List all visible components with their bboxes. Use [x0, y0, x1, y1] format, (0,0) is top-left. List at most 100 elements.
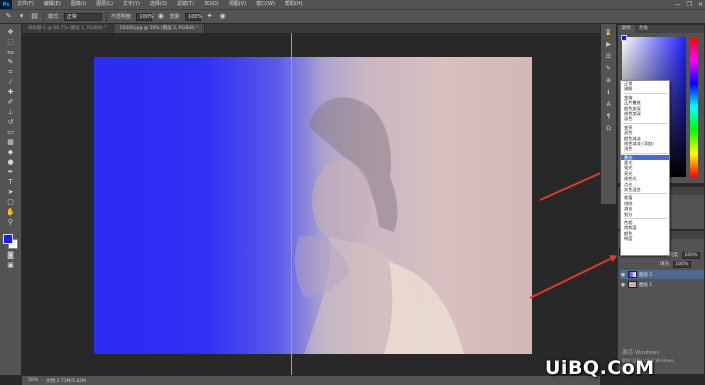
layer-fill-label: 填充: — [660, 262, 671, 267]
menu-select[interactable]: 选择(S) — [145, 0, 172, 9]
status-bar: 50% 文档:2.71M/5.42M — [22, 375, 600, 385]
menu-window[interactable]: 窗口(W) — [251, 0, 280, 9]
foreground-color-swatch[interactable] — [2, 234, 13, 244]
zoom-level[interactable]: 50% — [28, 378, 38, 383]
mode-label: 模式: — [48, 14, 60, 20]
brush-tool-icon[interactable]: ✐ — [3, 98, 19, 107]
tab-swatches[interactable]: 色板 — [635, 25, 652, 33]
blend-mode-option[interactable]: 浅色 — [621, 146, 669, 151]
blur-tool-icon[interactable]: ◆ — [3, 148, 19, 157]
visibility-eye-icon[interactable]: ◉ — [620, 282, 626, 288]
airbrush-icon[interactable]: ✦ — [205, 12, 214, 21]
restore-icon[interactable]: ❐ — [687, 1, 692, 8]
clone-source-icon[interactable]: ⊕ — [604, 76, 614, 85]
photoshop-window: Ps 文件(F) 编辑(E) 图像(I) 图层(L) 文字(Y) 选择(S) 滤… — [0, 0, 705, 385]
color-panel-tabs: 颜色 色板 — [618, 25, 704, 33]
glyphs-icon[interactable]: Ω — [604, 124, 614, 133]
type-tool-icon[interactable]: T — [3, 178, 19, 187]
menu-type[interactable]: 文字(Y) — [118, 0, 145, 9]
hue-slider[interactable] — [690, 37, 698, 177]
layer-thumbnail — [628, 281, 637, 288]
site-watermark: UiBQ.CoM — [545, 357, 655, 379]
flow-field[interactable]: 100% — [185, 12, 202, 21]
separator — [105, 11, 107, 22]
close-icon[interactable]: ✕ — [698, 1, 703, 8]
path-select-tool-icon[interactable]: ➤ — [3, 188, 19, 197]
brush-preset-icon[interactable]: ▾ — [17, 12, 26, 21]
brush-panel-icon[interactable]: ▤ — [30, 12, 39, 21]
dropdown-separator — [623, 122, 667, 124]
screen-mode-icon[interactable]: ▣ — [3, 261, 19, 270]
paragraph-icon[interactable]: ¶ — [604, 112, 614, 121]
options-bar: ✎ ▾ ▤ 模式: 正常 不透明度: 100% ◉ 流量: 100% ✦ ◉ — [0, 9, 705, 24]
dropdown-separator — [623, 152, 667, 154]
color-panel-foreground-swatch[interactable] — [621, 35, 627, 41]
blend-mode-option[interactable]: 溶解 — [621, 86, 669, 91]
menu-edit[interactable]: 编辑(E) — [39, 0, 66, 9]
pressure-opacity-icon[interactable]: ◉ — [156, 12, 165, 21]
character-icon[interactable]: A — [604, 100, 614, 109]
menu-3d[interactable]: 3D(D) — [199, 0, 224, 9]
layer-opacity-field[interactable]: 100% — [681, 251, 701, 259]
menu-file[interactable]: 文件(F) — [12, 0, 39, 9]
blend-mode-option[interactable]: 划分 — [621, 212, 669, 217]
tab-document-2[interactable]: 15040.jpg @ 50% (图层 2, RGB/8) * — [113, 24, 206, 33]
layer-row[interactable]: ◉ 图层 2 — [620, 270, 704, 279]
menu-layer[interactable]: 图层(L) — [91, 0, 118, 9]
stamp-tool-icon[interactable]: ⊥ — [3, 108, 19, 117]
quick-mask-icon[interactable]: ◙ — [3, 251, 19, 260]
move-tool-icon[interactable]: ✥ — [3, 28, 19, 37]
shape-tool-icon[interactable]: ▢ — [3, 198, 19, 207]
minimize-icon[interactable]: — — [675, 1, 681, 8]
visibility-eye-icon[interactable]: ◉ — [620, 272, 626, 278]
layer-name: 图层 2 — [639, 272, 653, 278]
dropdown-separator — [623, 92, 667, 94]
layer-fill-field[interactable]: 100% — [672, 260, 692, 268]
heal-tool-icon[interactable]: ✚ — [3, 88, 19, 97]
tab-document-1[interactable]: 未标题-1 @ 66.7% (图层 1, RGB/8) * — [22, 24, 114, 33]
portrait-photo — [94, 57, 464, 354]
document-size: 文档:2.71M/5.42M — [46, 378, 86, 384]
photoshop-logo: Ps — [0, 0, 12, 9]
pen-tool-icon[interactable]: ✒ — [3, 168, 19, 177]
layer-name: 图层 1 — [639, 282, 653, 288]
history-icon[interactable]: ⌛ — [604, 28, 614, 37]
collapsed-panels-strip: ⌛ ▶ ☰ ✎ ⊕ ℹ A ¶ Ω — [600, 24, 616, 204]
document-canvas[interactable] — [94, 57, 532, 354]
blend-mode-option[interactable]: 深色 — [621, 116, 669, 121]
menu-help[interactable]: 帮助(H) — [280, 0, 308, 9]
window-controls: — ❐ ✕ — [675, 0, 703, 9]
dodge-tool-icon[interactable]: ● — [3, 158, 19, 167]
crop-tool-icon[interactable]: ⌗ — [3, 68, 19, 77]
windows-activation-title: 激活 Windows — [622, 350, 660, 356]
blend-mode-option[interactable]: 明度 — [621, 236, 669, 241]
opacity-field[interactable]: 100% — [136, 12, 154, 21]
layer-row[interactable]: ◉ 图层 1 — [620, 280, 704, 289]
menu-filter[interactable]: 滤镜(T) — [172, 0, 199, 9]
properties-icon[interactable]: ☰ — [604, 52, 614, 61]
blend-mode-option[interactable]: 实色混合 — [621, 187, 669, 192]
brush-panel-icon[interactable]: ✎ — [604, 64, 614, 73]
info-icon[interactable]: ℹ — [604, 88, 614, 97]
hand-tool-icon[interactable]: ✋ — [3, 208, 19, 217]
gradient-tool-icon[interactable]: ▦ — [3, 138, 19, 147]
guide-line[interactable] — [291, 33, 292, 375]
quick-select-tool-icon[interactable]: ✎ — [3, 58, 19, 67]
marquee-tool-icon[interactable]: ⬚ — [3, 38, 19, 47]
document-workspace[interactable] — [22, 33, 600, 375]
dropdown-separator — [623, 217, 667, 219]
actions-icon[interactable]: ▶ — [604, 40, 614, 49]
eyedropper-tool-icon[interactable]: ⁄ — [3, 78, 19, 87]
mode-select[interactable]: 正常 — [63, 12, 102, 21]
lasso-tool-icon[interactable]: ᔓ — [3, 48, 19, 57]
document-tabs: 未标题-1 @ 66.7% (图层 1, RGB/8) * 15040.jpg … — [22, 24, 600, 33]
menu-image[interactable]: 图像(I) — [66, 0, 91, 9]
tools-panel: ✥ ⬚ ᔓ ✎ ⌗ ⁄ ✚ ✐ ⊥ ↺ ▭ ▦ ◆ ● ✒ T ➤ ▢ ✋ ⚲ … — [0, 24, 22, 375]
pressure-size-icon[interactable]: ◉ — [218, 12, 227, 21]
eraser-tool-icon[interactable]: ▭ — [3, 128, 19, 137]
menu-view[interactable]: 视图(V) — [224, 0, 251, 9]
tab-color[interactable]: 颜色 — [618, 25, 635, 33]
history-brush-tool-icon[interactable]: ↺ — [3, 118, 19, 127]
zoom-tool-icon[interactable]: ⚲ — [3, 218, 19, 227]
brush-tool-icon[interactable]: ✎ — [4, 12, 13, 21]
